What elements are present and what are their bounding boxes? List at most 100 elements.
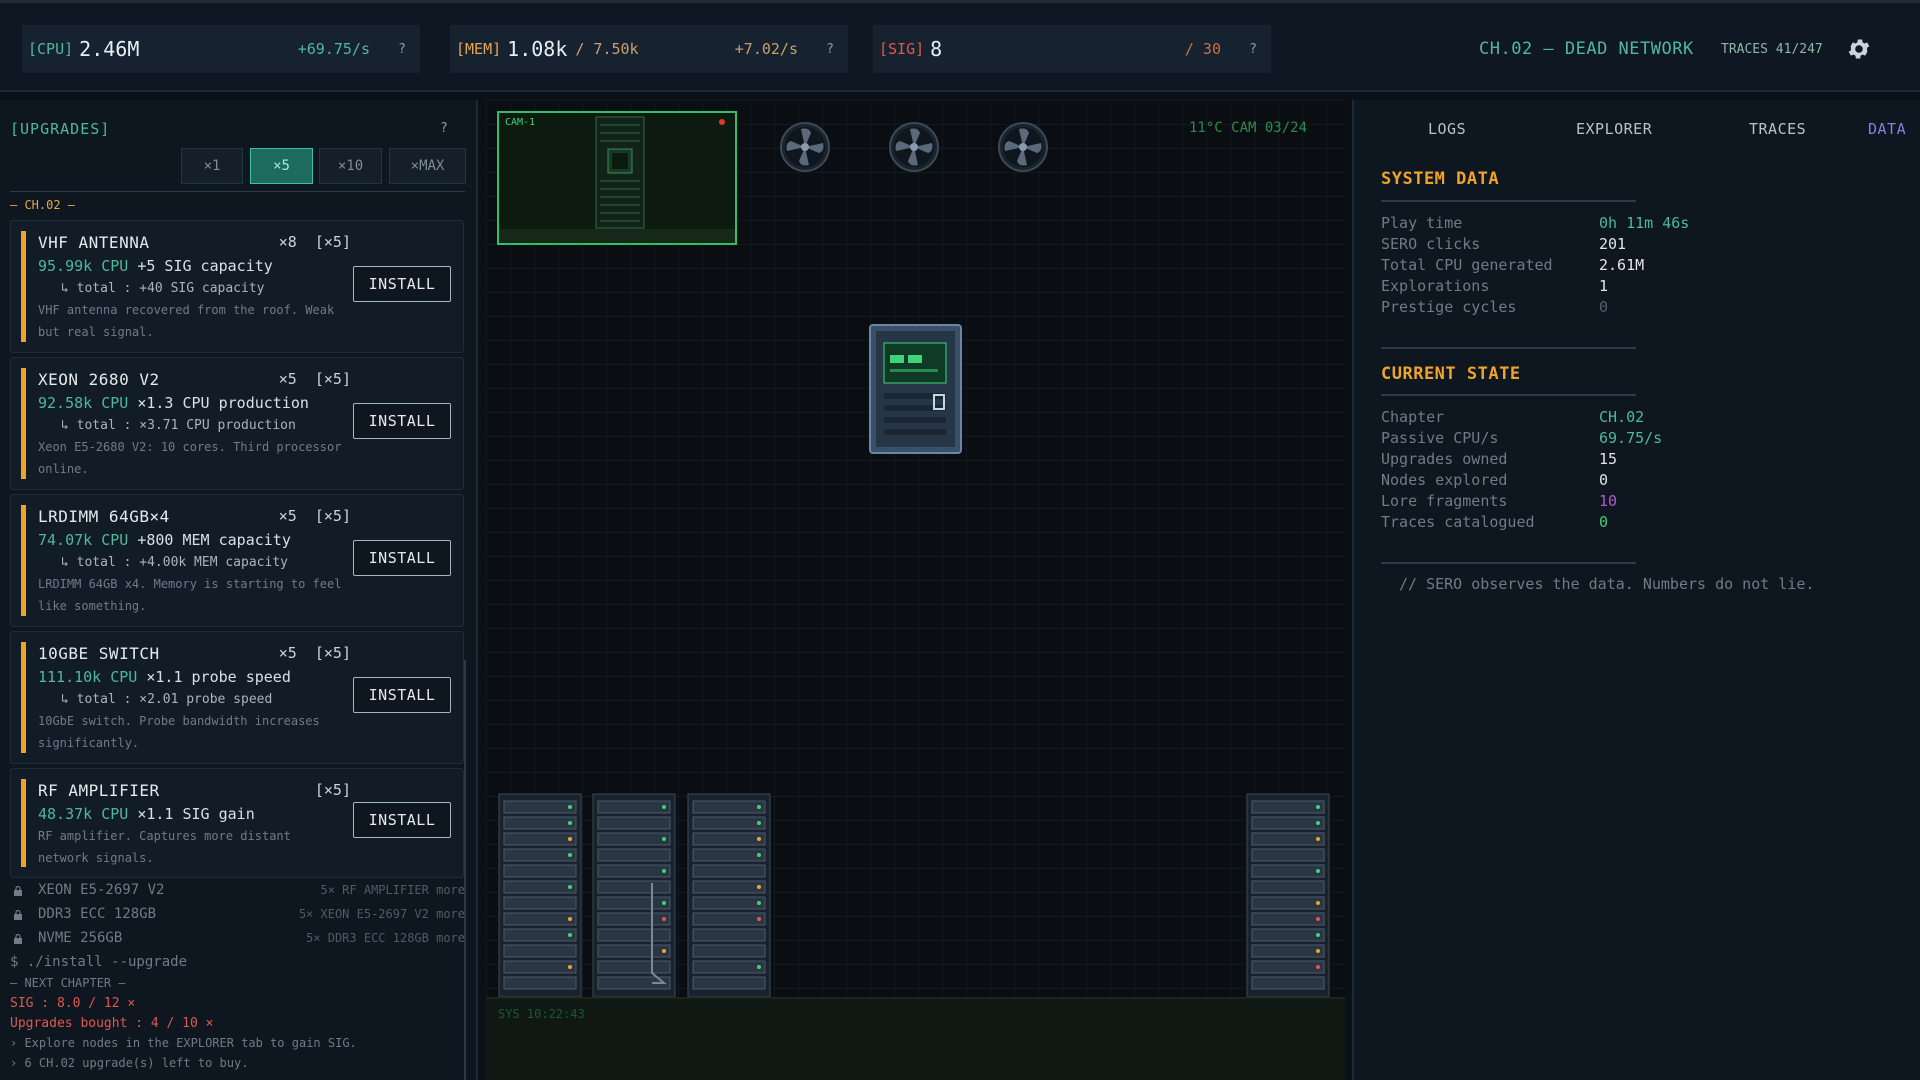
locked-upgrade: NVME 256GB 5× DDR3 ECC 128GB more [10,930,465,952]
upgrade-owned: ×5 [×5] [278,370,351,388]
upgrades-requirement: Upgrades bought : 4 / 10 × [10,1016,214,1031]
sig-resource: [SIG] 8 / 30 ? [873,25,1271,73]
data-row-nodes-explored: Nodes explored 0 [1381,471,1609,489]
install-button[interactable]: INSTALL [353,266,451,302]
fan-icon [889,122,939,172]
sig-capacity: / 30 [1184,40,1221,58]
upgrades-panel: [UPGRADES] ? ×1 ×5 ×10 ×MAX — CH.02 — VH… [0,100,478,1080]
data-row-explorations: Explorations 1 [1381,277,1609,295]
upgrade-description: 10GbE switch. Probe bandwidth increases … [38,714,320,750]
recording-indicator [719,119,725,125]
data-row-lore-fragments: Lore fragments 10 [1381,492,1618,510]
upgrade-owned: ×8 [×5] [278,233,351,251]
system-data-title: SYSTEM DATA [1381,169,1500,189]
upgrade-description: Xeon E5-2680 V2: 10 cores. Third process… [38,440,342,476]
sero-terminal[interactable] [868,323,963,455]
mem-resource: [MEM] 1.08k / 7.50k +7.02/s ? [450,25,848,73]
upgrade-card-xeon-2680: XEON 2680 V2 ×5 [×5] 92.58k CPU ×1.3 CPU… [10,357,464,490]
fan-icon [780,122,830,172]
upgrade-cost: 92.58k CPU ×1.3 CPU production [38,394,309,412]
data-row-sero-clicks: SERO clicks 201 [1381,235,1627,253]
sig-requirement: SIG : 8.0 / 12 × [10,996,136,1011]
upgrade-cost: 111.10k CPU ×1.1 probe speed [38,668,291,686]
tab-traces[interactable]: TRACES [1749,120,1806,138]
current-state-title: CURRENT STATE [1381,364,1521,384]
install-button[interactable]: INSTALL [353,677,451,713]
upgrade-cost: 74.07k CPU +800 MEM capacity [38,531,291,549]
traces-counter: TRACES 41/247 [1721,42,1823,57]
upgrade-description: RF amplifier. Captures more distant netw… [38,829,291,865]
upgrade-total: ↳ total : +4.00k MEM capacity [61,555,288,570]
upgrade-name: VHF ANTENNA [38,233,150,252]
upgrades-title: [UPGRADES] [10,120,111,138]
upgrade-description: LRDIMM 64GB x4. Memory is starting to fe… [38,577,342,613]
multiplier-x10-button[interactable]: ×10 [319,148,382,184]
lock-icon [14,934,22,944]
upgrade-owned: ×5 [×5] [278,507,351,525]
install-button[interactable]: INSTALL [353,802,451,838]
locked-upgrade: XEON E5-2697 V2 5× RF AMPLIFIER more [10,882,465,904]
multiplier-x1-button[interactable]: ×1 [181,148,243,184]
multiplier-x5-button[interactable]: ×5 [250,148,313,184]
divider [1381,347,1636,349]
locked-upgrade: DDR3 ECC 128GB 5× XEON E5-2697 V2 more [10,906,465,928]
multiplier-max-button[interactable]: ×MAX [389,148,466,184]
server-rack [592,793,676,998]
upgrade-card-vhf-antenna: VHF ANTENNA ×8 [×5] 95.99k CPU +5 SIG ca… [10,220,464,353]
mem-value: 1.08k [507,37,568,61]
upgrade-name: 10GBE SWITCH [38,644,160,663]
cpu-help-button[interactable]: ? [398,42,406,57]
camera-rack-thumbnail [595,116,645,229]
system-status-bar: SYS 10:22:43 [486,997,1345,1080]
upgrade-name: LRDIMM 64GB×4 [38,507,170,526]
upgrade-cost: 95.99k CPU +5 SIG capacity [38,257,273,275]
mem-tag: [MEM] [456,40,502,58]
upgrades-help-button[interactable]: ? [440,121,448,136]
gear-icon[interactable] [1846,36,1872,62]
cpu-value: 2.46M [79,37,140,61]
tab-explorer[interactable]: EXPLORER [1576,120,1652,138]
divider [1381,394,1636,396]
top-bar: [CPU] 2.46M +69.75/s ? [MEM] 1.08k / 7.5… [0,0,1920,92]
server-room-scene: CAM-1 11°C CAM 03/24 SYS 10:22:43 [486,100,1345,1080]
next-chapter-heading: — NEXT CHAPTER — [10,976,126,990]
camera-label: CAM-1 [505,117,536,128]
chapter-label: — CH.02 — [10,198,76,212]
tab-data[interactable]: DATA [1868,120,1906,138]
sig-help-button[interactable]: ? [1249,42,1257,57]
cpu-tag: [CPU] [28,40,74,58]
sig-tag: [SIG] [879,40,925,58]
divider [1381,562,1636,564]
install-command: $ ./install --upgrade [10,954,188,970]
mem-rate: +7.02/s [734,40,798,58]
server-rack [498,793,582,998]
locked-upgrade-name: XEON E5-2697 V2 [38,882,165,898]
mem-help-button[interactable]: ? [826,42,834,57]
install-button[interactable]: INSTALL [353,403,451,439]
install-button[interactable]: INSTALL [353,540,451,576]
data-row-prestige: Prestige cycles 0 [1381,298,1609,316]
hint-text: › 6 CH.02 upgrade(s) left to buy. [10,1056,249,1070]
upgrade-total: ↳ total : ×3.71 CPU production [61,418,296,433]
locked-upgrade-requirement: 5× RF AMPLIFIER more [320,883,466,897]
fan-icon [998,122,1048,172]
server-rack [687,793,771,998]
locked-upgrade-name: NVME 256GB [38,930,123,946]
upgrade-total: ↳ total : ×2.01 probe speed [61,692,273,707]
divider [10,191,465,192]
scrollbar[interactable] [464,660,466,1080]
data-row-total-cpu: Total CPU generated 2.61M [1381,256,1645,274]
locked-upgrade-requirement: 5× DDR3 ECC 128GB more [306,931,465,945]
upgrade-owned: ×5 [×5] [278,644,351,662]
data-row-play-time: Play time 0h 11m 46s [1381,214,1690,232]
cpu-rate: +69.75/s [297,40,370,58]
upgrade-owned: [×5] [314,781,351,799]
tab-logs[interactable]: LOGS [1428,120,1466,138]
data-row-traces-catalogued: Traces catalogued 0 [1381,513,1609,531]
camera-feed[interactable]: CAM-1 [497,111,737,245]
mem-capacity: / 7.50k [575,40,639,58]
server-rack [1246,793,1330,998]
system-clock: SYS 10:22:43 [498,1007,585,1021]
upgrade-cost: 48.37k CPU ×1.1 SIG gain [38,805,255,823]
upgrade-name: RF AMPLIFIER [38,781,160,800]
